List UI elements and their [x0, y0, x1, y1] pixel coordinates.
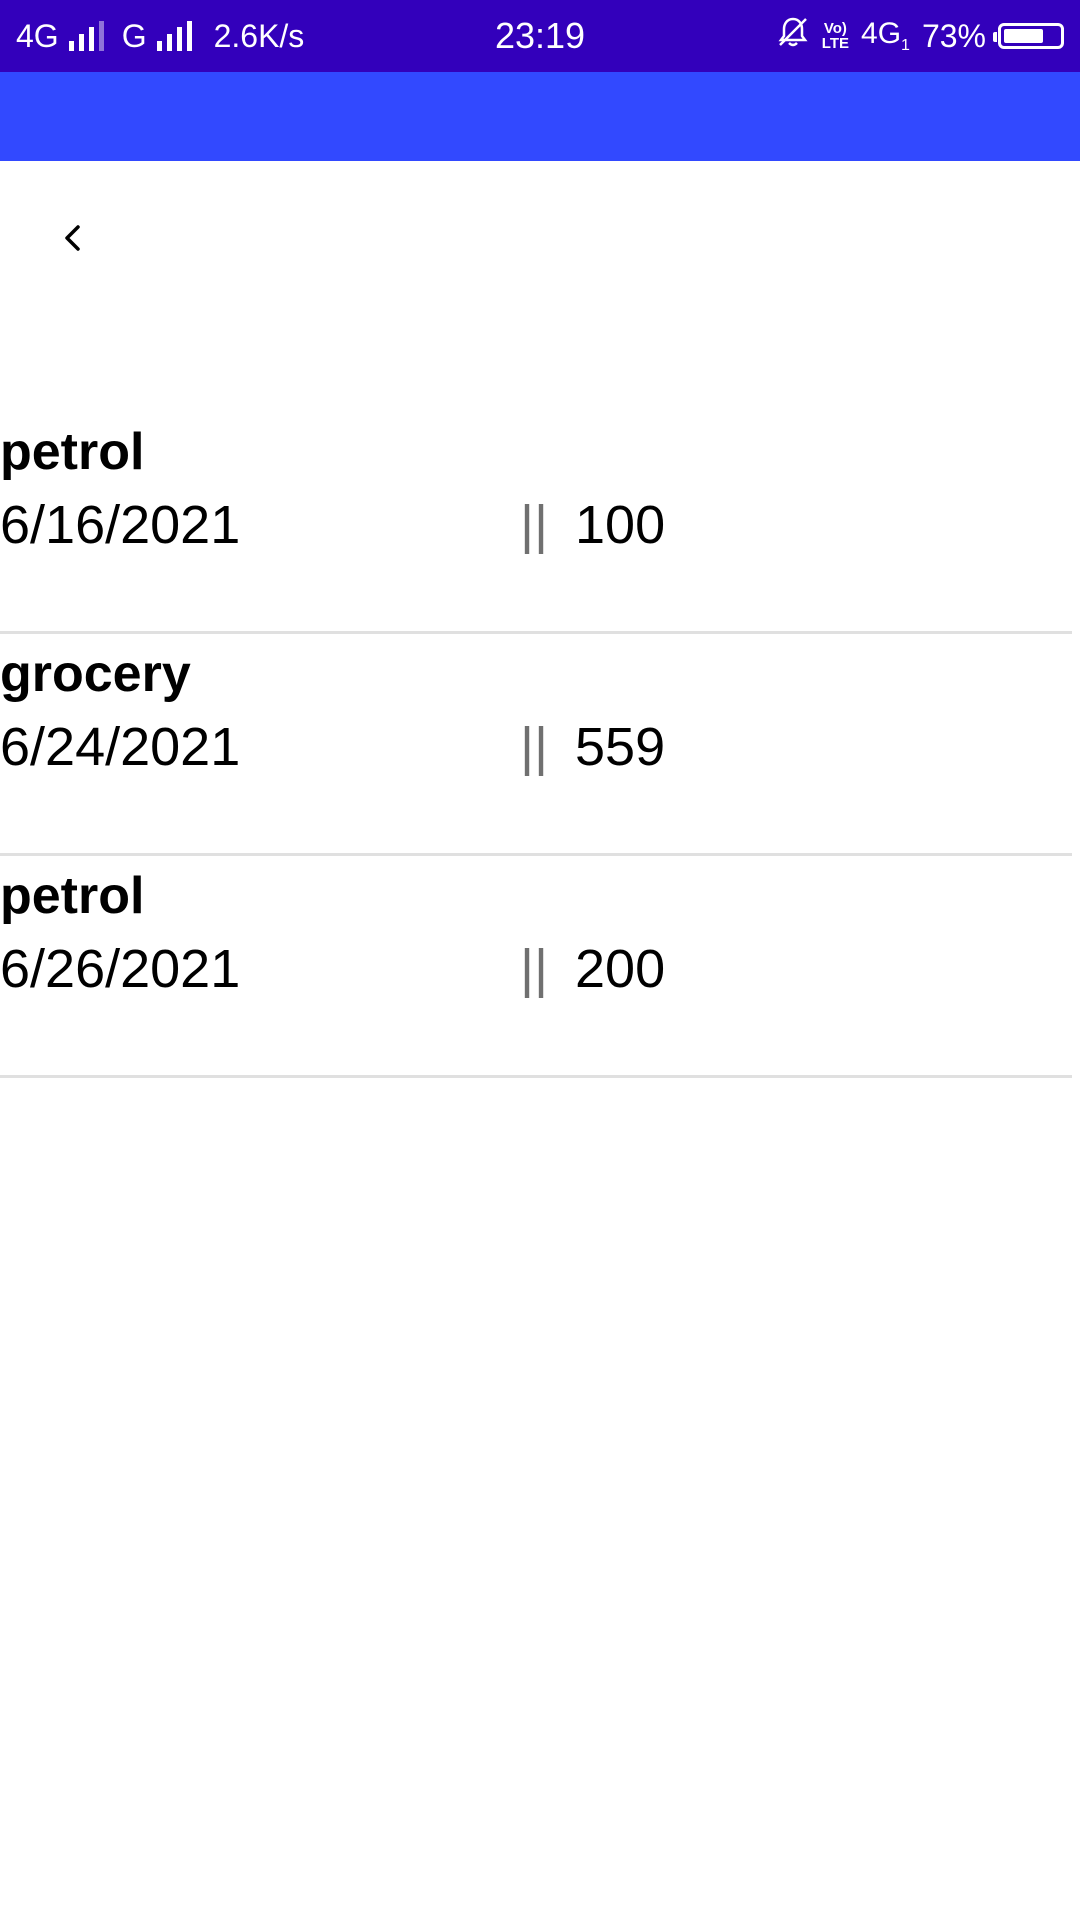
network-type-3: 4G1 [861, 17, 910, 55]
expense-separator: || [520, 495, 549, 555]
expense-amount: 100 [575, 495, 666, 555]
battery-icon [993, 23, 1064, 49]
network-type-3-label: 4G [861, 17, 902, 50]
expense-name: grocery [0, 645, 191, 703]
list-item[interactable]: petrol 6/16/2021 || 100 [0, 412, 1072, 634]
chevron-left-icon [65, 225, 80, 251]
expense-name: petrol [0, 423, 145, 481]
expense-amount: 200 [575, 939, 666, 999]
expense-name: petrol [0, 867, 145, 925]
network-type-3-sub: 1 [901, 37, 910, 54]
expense-separator: || [520, 939, 549, 999]
expense-list: petrol 6/16/2021 || 100 grocery 6/24/202… [0, 412, 1072, 1078]
expense-separator: || [520, 717, 549, 777]
battery-fill [1004, 29, 1044, 43]
back-button[interactable] [50, 210, 94, 266]
expense-date: 6/26/2021 [0, 939, 241, 999]
volte-bottom: LTE [821, 35, 850, 52]
status-bar: 4G G 2.6K/s 23:19 Vo) LTE 4G1 73% [0, 0, 1080, 72]
mute-alarm-icon [776, 15, 810, 57]
status-right: Vo) LTE 4G1 73% [764, 0, 1064, 72]
expense-date: 6/24/2021 [0, 717, 241, 777]
volte-indicator: Vo) LTE [822, 21, 849, 51]
expense-date: 6/16/2021 [0, 495, 241, 555]
expense-amount: 559 [575, 717, 666, 777]
list-item[interactable]: petrol 6/26/2021 || 200 [0, 856, 1072, 1078]
list-item[interactable]: grocery 6/24/2021 || 559 [0, 634, 1072, 856]
battery-percent: 73% [921, 17, 986, 54]
app-bar [0, 72, 1080, 161]
